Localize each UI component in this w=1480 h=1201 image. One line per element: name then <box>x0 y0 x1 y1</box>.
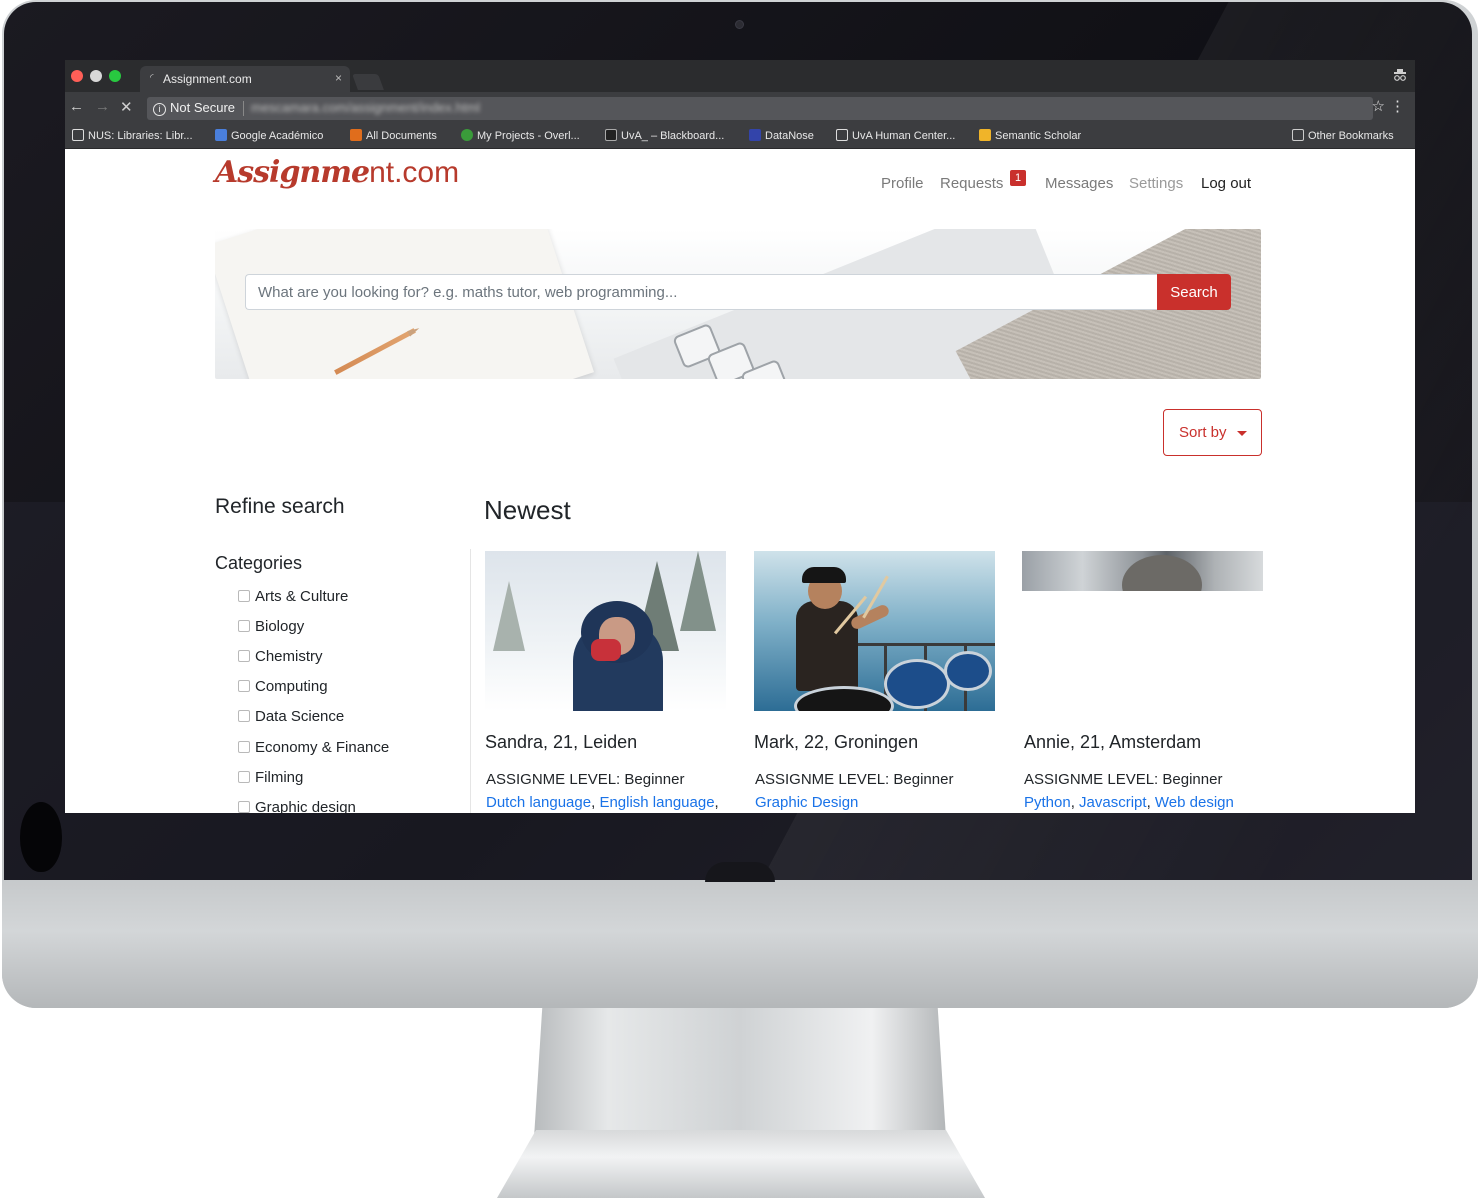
skill-tags: Python, Javascript, Web design <box>1024 794 1234 811</box>
bookmark-my-projects[interactable]: My Projects - Overl... <box>461 129 580 142</box>
category-biology[interactable]: Biology <box>238 618 304 635</box>
assignme-level: ASSIGNME LEVEL: Beginner <box>755 771 954 788</box>
bookmark-other-bookmarks[interactable]: Other Bookmarks <box>1292 129 1394 142</box>
bookmarks-bar: NUS: Libraries: Libr... Google Académico… <box>65 124 1415 149</box>
checkbox[interactable] <box>238 710 250 722</box>
apple-logo-icon <box>20 802 62 872</box>
category-economy-finance[interactable]: Economy & Finance <box>238 739 389 756</box>
blackboard-icon <box>605 129 617 141</box>
close-window-icon[interactable] <box>71 70 83 82</box>
checkbox[interactable] <box>238 801 250 813</box>
refine-search-heading: Refine search <box>215 495 345 518</box>
skill-tags: Graphic Design <box>755 794 858 811</box>
stop-loading-icon[interactable]: ✕ <box>120 98 133 116</box>
tab-close-icon[interactable]: × <box>335 71 342 85</box>
bookmark-star-icon[interactable]: ☆ <box>1372 97 1385 115</box>
category-chemistry[interactable]: Chemistry <box>238 648 323 665</box>
profile-name[interactable]: Sandra, 21, Leiden <box>485 732 637 753</box>
semantic-scholar-icon <box>979 129 991 141</box>
nav-profile[interactable]: Profile <box>881 175 924 192</box>
bookmark-nus-libraries[interactable]: NUS: Libraries: Libr... <box>72 129 193 142</box>
monitor-stand <box>534 1008 946 1138</box>
screen: ◜ Assignment.com × ← → ✕ i Not Secure mes… <box>65 60 1415 813</box>
site-logo[interactable]: Assignment.com <box>215 155 459 190</box>
nav-requests[interactable]: Requests <box>940 175 1003 192</box>
elsevier-icon <box>350 129 362 141</box>
bookmark-google-academico[interactable]: Google Académico <box>215 129 323 142</box>
tab-title: Assignment.com <box>163 72 252 86</box>
checkbox[interactable] <box>238 590 250 602</box>
address-bar[interactable]: i Not Secure mescamara.com/assignment/ind… <box>147 97 1373 120</box>
page-icon <box>72 129 84 141</box>
newest-heading: Newest <box>484 495 571 525</box>
web-page: Assignment.com Profile Requests 1 Messag… <box>65 149 1415 813</box>
bookmark-semantic-scholar[interactable]: Semantic Scholar <box>979 129 1081 142</box>
minimize-window-icon[interactable] <box>90 70 102 82</box>
caret-down-icon <box>1237 431 1247 436</box>
folder-icon <box>1292 129 1304 141</box>
bookmark-datanose[interactable]: DataNose <box>749 129 814 142</box>
maximize-window-icon[interactable] <box>109 70 121 82</box>
back-arrow-icon[interactable]: ← <box>69 98 84 115</box>
loading-spinner-icon: ◜ <box>150 72 154 82</box>
nav-logout[interactable]: Log out <box>1201 175 1251 192</box>
new-tab-button[interactable] <box>352 74 384 90</box>
skill-tag-link[interactable]: Dutch language <box>486 794 591 811</box>
bookmark-all-documents[interactable]: All Documents <box>350 129 437 142</box>
category-arts-culture[interactable]: Arts & Culture <box>238 588 348 605</box>
skill-tag-link[interactable]: Web design <box>1155 794 1234 811</box>
profile-name[interactable]: Annie, 21, Amsterdam <box>1024 732 1201 753</box>
monitor-stand-foot <box>497 1130 985 1198</box>
overleaf-icon <box>461 129 473 141</box>
checkbox[interactable] <box>238 650 250 662</box>
page-icon <box>836 129 848 141</box>
profile-photo[interactable] <box>1022 551 1263 591</box>
skill-tag-link[interactable]: Python <box>1024 794 1071 811</box>
browser-tabbar: ◜ Assignment.com × <box>65 60 1415 92</box>
info-icon: i <box>153 103 166 116</box>
assignme-level: ASSIGNME LEVEL: Beginner <box>486 771 685 788</box>
search-input[interactable] <box>245 274 1157 310</box>
datanose-icon <box>749 129 761 141</box>
browser-menu-icon[interactable]: ⋮ <box>1390 97 1405 115</box>
google-scholar-icon <box>215 129 227 141</box>
nav-settings[interactable]: Settings <box>1129 175 1183 192</box>
checkbox[interactable] <box>238 741 250 753</box>
incognito-icon <box>1393 68 1407 85</box>
browser-toolbar: ← → ✕ i Not Secure mescamara.com/assignme… <box>65 92 1415 124</box>
category-filming[interactable]: Filming <box>238 769 303 786</box>
requests-badge: 1 <box>1010 170 1026 186</box>
category-graphic-design[interactable]: Graphic design <box>238 799 356 813</box>
profile-photo[interactable] <box>754 551 995 711</box>
profile-photo[interactable] <box>485 551 726 711</box>
bookmark-blackboard[interactable]: UvA_ – Blackboard... <box>605 129 724 142</box>
url-text[interactable]: mescamara.com/assignment/index.html <box>251 100 480 115</box>
search-button[interactable]: Search <box>1157 274 1231 310</box>
category-computing[interactable]: Computing <box>238 678 328 695</box>
camera-icon <box>735 20 744 29</box>
category-data-science[interactable]: Data Science <box>238 708 344 725</box>
categories-heading: Categories <box>215 553 303 573</box>
skill-tags: Dutch language, English language, <box>486 794 719 811</box>
security-indicator[interactable]: i Not Secure <box>153 100 235 116</box>
browser-tab[interactable]: ◜ Assignment.com × <box>140 66 350 92</box>
checkbox[interactable] <box>238 680 250 692</box>
checkbox[interactable] <box>238 771 250 783</box>
sort-by-dropdown[interactable]: Sort by <box>1163 409 1262 456</box>
skill-tag-link[interactable]: English language <box>599 794 714 811</box>
nav-messages[interactable]: Messages <box>1045 175 1113 192</box>
profile-name[interactable]: Mark, 22, Groningen <box>754 732 918 753</box>
bookmark-uva-human-center[interactable]: UvA Human Center... <box>836 129 955 142</box>
checkbox[interactable] <box>238 620 250 632</box>
forward-arrow-icon[interactable]: → <box>95 98 110 115</box>
search-hero: Search <box>215 229 1261 379</box>
monitor-chin <box>2 880 1478 1008</box>
skill-tag-link[interactable]: Graphic Design <box>755 794 858 811</box>
skill-tag-link[interactable]: Javascript <box>1079 794 1147 811</box>
assignme-level: ASSIGNME LEVEL: Beginner <box>1024 771 1223 788</box>
